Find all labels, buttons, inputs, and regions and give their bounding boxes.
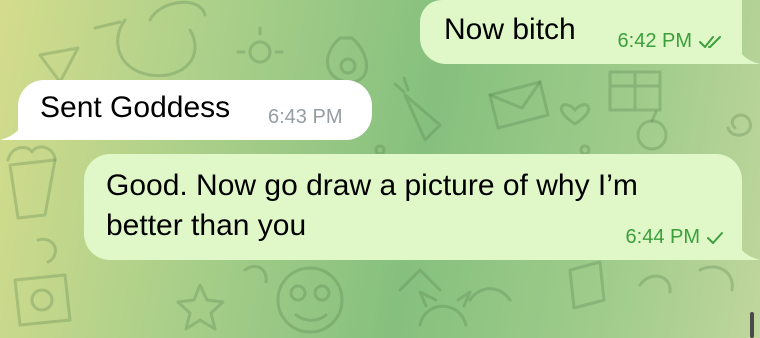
message-bubble-incoming[interactable]: Sent Goddess 6:43 PM	[0, 80, 372, 140]
message-bubble-outgoing[interactable]: Now bitch 6:42 PM	[420, 0, 760, 64]
scrollbar-thumb[interactable]	[750, 312, 754, 338]
bubble-tail	[730, 230, 760, 260]
message-meta: 6:42 PM	[618, 30, 724, 53]
message-text: Good. Now go draw a picture of why I’m b…	[106, 169, 638, 242]
bubble-tail	[0, 110, 30, 140]
message-meta: 6:44 PM	[626, 226, 724, 249]
single-check-icon	[707, 231, 723, 244]
double-check-icon	[699, 35, 721, 48]
message-time: 6:43 PM	[268, 106, 343, 128]
message-text: Now bitch	[444, 13, 576, 46]
message-time: 6:44 PM	[625, 226, 700, 248]
message-time: 6:42 PM	[617, 30, 692, 52]
bubble-tail	[730, 34, 760, 64]
message-text: Sent Goddess	[40, 91, 231, 124]
message-meta: 6:43 PM	[268, 106, 342, 129]
message-bubble-outgoing[interactable]: Good. Now go draw a picture of why I’m b…	[84, 154, 760, 260]
